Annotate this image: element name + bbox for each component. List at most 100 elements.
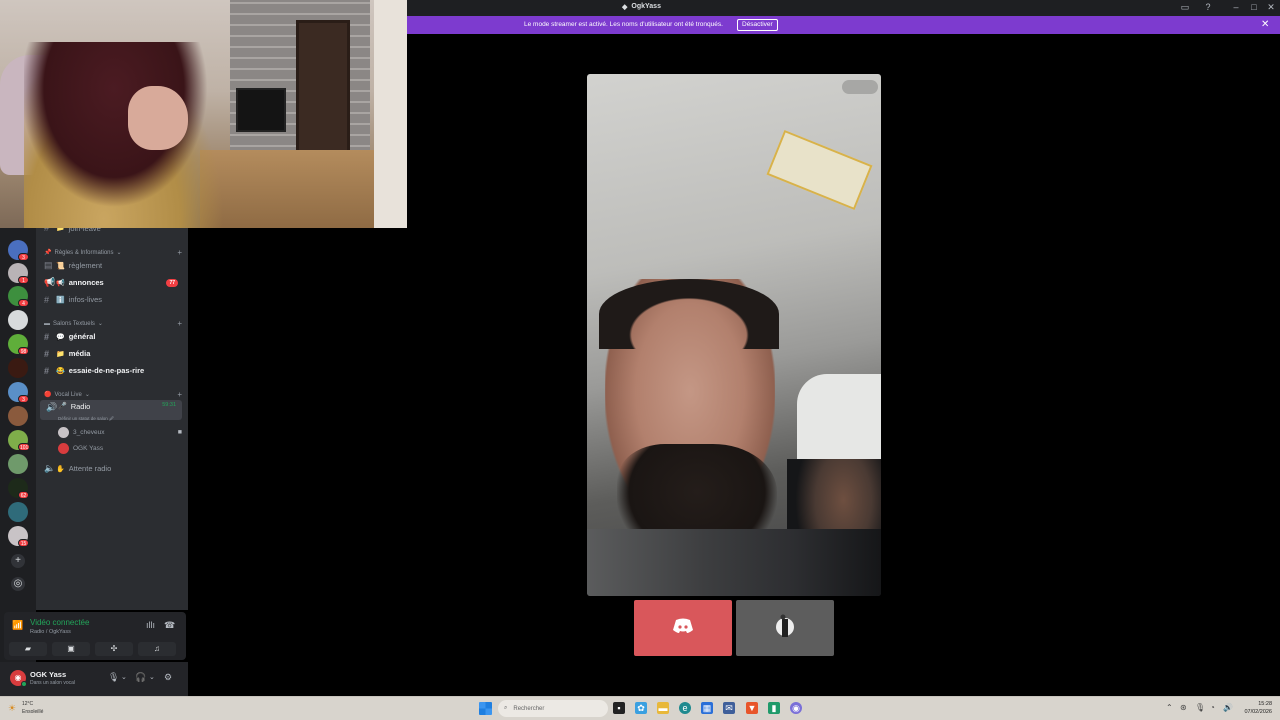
help-icon[interactable]: ?: [1202, 2, 1214, 12]
noise-suppression-icon[interactable]: ıllı: [146, 620, 155, 630]
mail-icon[interactable]: ✉: [723, 702, 735, 714]
category-rules[interactable]: 📌 Règles & Informations ⌄ +: [44, 248, 182, 257]
clock-date: 07/02/2026: [1244, 709, 1272, 715]
user-panel: ◉ OGK Yass Dans un salon vocal 🎙 ⌄ 🎧 ⌄ ⚙: [0, 662, 188, 696]
server-badge: 98: [18, 347, 29, 355]
weather-desc: Ensoleillé: [22, 709, 44, 715]
folder-icon: 📁: [56, 350, 65, 358]
maximize-button[interactable]: □: [1248, 2, 1260, 12]
close-icon[interactable]: ✕: [1261, 19, 1269, 30]
task-view-icon[interactable]: ▪: [613, 702, 625, 714]
minimize-button[interactable]: –: [1230, 2, 1242, 12]
windows-start-icon[interactable]: [479, 702, 492, 715]
explore-servers-icon[interactable]: ◎: [11, 577, 25, 591]
voice-user-name: 3_cheveux: [73, 429, 105, 436]
car-grab-handle: [842, 80, 878, 94]
volume-icon[interactable]: 🔊: [1223, 703, 1233, 712]
avatar: [58, 427, 69, 438]
add-server-icon[interactable]: +: [11, 554, 25, 568]
close-button[interactable]: ✕: [1265, 2, 1277, 13]
screen: 3 1 4 98 3 101 62 15 + ◎ # 📁 join-leave …: [0, 0, 1280, 720]
server-icon[interactable]: [8, 358, 28, 378]
clock-time: 15:28: [1258, 701, 1272, 707]
main-video-stream[interactable]: [587, 74, 881, 596]
user-name[interactable]: OGK Yass: [30, 670, 66, 679]
channel-label: Radio: [70, 402, 91, 411]
channel-essaie[interactable]: # 😂 essaie-de-ne-pas-rire: [38, 363, 184, 378]
taskbar-clock[interactable]: 15:28 07/02/2026: [1238, 700, 1272, 716]
server-icon[interactable]: [8, 454, 28, 474]
channel-label: Attente radio: [68, 464, 112, 473]
pin-icon: 📌: [44, 250, 52, 256]
voice-channel-path[interactable]: Radio / OgkYass: [30, 629, 71, 635]
network-icon[interactable]: ⊛: [1180, 703, 1187, 712]
chevron-down-icon[interactable]: ⌄: [149, 673, 155, 681]
app-icon: ◆: [622, 4, 628, 11]
discord-taskbar-icon[interactable]: ◉: [790, 702, 802, 714]
headset-icon[interactable]: 🎧: [135, 672, 146, 683]
weather-widget[interactable]: 12°C Ensoleillé: [22, 700, 43, 716]
channel-status-hint[interactable]: Définir un statut de salon 🖉: [58, 415, 114, 423]
microphone-icon[interactable]: 🎙: [1195, 703, 1205, 712]
channel-reglement[interactable]: ▤ 📜 règlement: [38, 258, 184, 273]
terminal-icon[interactable]: ▮: [768, 702, 780, 714]
hash-icon: #: [44, 294, 50, 305]
channel-media[interactable]: # 📁 média: [38, 346, 184, 361]
microphone-icon[interactable]: 🎙: [108, 672, 119, 683]
camera-icon: ■: [177, 429, 182, 436]
wifi-icon[interactable]: ◔: [1210, 703, 1215, 712]
channel-label: annonces: [68, 278, 104, 287]
voice-channel-attente[interactable]: 🔈 ✋ Attente radio: [38, 461, 184, 476]
server-badge: 1: [18, 276, 29, 284]
rules-icon: ▤: [44, 260, 53, 270]
speaker-icon: 🔊: [46, 402, 58, 412]
voice-user[interactable]: 3_cheveux ■: [58, 427, 182, 438]
add-channel-icon[interactable]: +: [177, 390, 182, 399]
chevron-down-icon[interactable]: ⌄: [121, 673, 127, 681]
category-text[interactable]: ▬ Salons Textuels ⌄ +: [44, 319, 182, 328]
participant-tile-discord[interactable]: [634, 600, 732, 656]
chevron-down-icon: ⌄: [116, 250, 122, 256]
add-channel-icon[interactable]: +: [177, 248, 182, 257]
add-channel-icon[interactable]: +: [177, 319, 182, 328]
gear-icon[interactable]: ⚙: [164, 672, 172, 683]
red-circle-icon: 🔴: [44, 392, 52, 398]
channel-label: général: [68, 332, 96, 341]
store-icon[interactable]: ▦: [701, 702, 713, 714]
file-explorer-icon[interactable]: ▬: [657, 702, 669, 714]
copilot-icon[interactable]: ✿: [635, 702, 647, 714]
voice-user[interactable]: OGK Yass: [58, 443, 182, 454]
webcam-tv: [236, 88, 286, 132]
server-icon[interactable]: [8, 310, 28, 330]
inbox-icon[interactable]: ▭: [1179, 2, 1191, 13]
channel-label: essaie-de-ne-pas-rire: [68, 366, 145, 375]
avatar: [774, 613, 796, 643]
activities-button[interactable]: ✣: [95, 642, 133, 656]
hand-icon: ✋: [56, 465, 65, 473]
edge-icon[interactable]: e: [679, 702, 691, 714]
disable-streamer-mode-button[interactable]: Désactiver: [737, 19, 778, 31]
category-vocal[interactable]: 🔴 Vocal Live ⌄ +: [44, 390, 182, 399]
channel-general[interactable]: # 💬 général: [38, 329, 184, 344]
screen-share-button[interactable]: ▣: [52, 642, 90, 656]
channel-label: média: [68, 349, 91, 358]
speaker-icon: 🔈: [44, 463, 56, 473]
channel-infos-lives[interactable]: # ℹ️ infos-lives: [38, 292, 184, 307]
channel-annonces[interactable]: 📢 📢 annonces 77: [38, 275, 184, 290]
channel-label: règlement: [68, 261, 103, 270]
server-icon[interactable]: [8, 502, 28, 522]
taskbar-search[interactable]: ⌕ Rechercher: [498, 700, 608, 717]
soundboard-button[interactable]: ♫: [138, 642, 176, 656]
bar-icon: ▬: [44, 320, 50, 327]
chevron-up-icon[interactable]: ⌃: [1166, 703, 1173, 712]
participant-tile-avatar[interactable]: [736, 600, 834, 656]
camera-toggle-button[interactable]: ▰: [9, 642, 47, 656]
server-badge: 62: [18, 491, 29, 499]
server-badge: 3: [18, 253, 29, 261]
signal-icon[interactable]: 📶: [12, 620, 23, 631]
disconnect-icon[interactable]: ☎: [164, 620, 175, 631]
webcam-overlay: [0, 0, 407, 228]
megaphone-icon: 📢: [44, 277, 56, 287]
server-icon[interactable]: [8, 406, 28, 426]
brave-icon[interactable]: ▼: [746, 702, 758, 714]
